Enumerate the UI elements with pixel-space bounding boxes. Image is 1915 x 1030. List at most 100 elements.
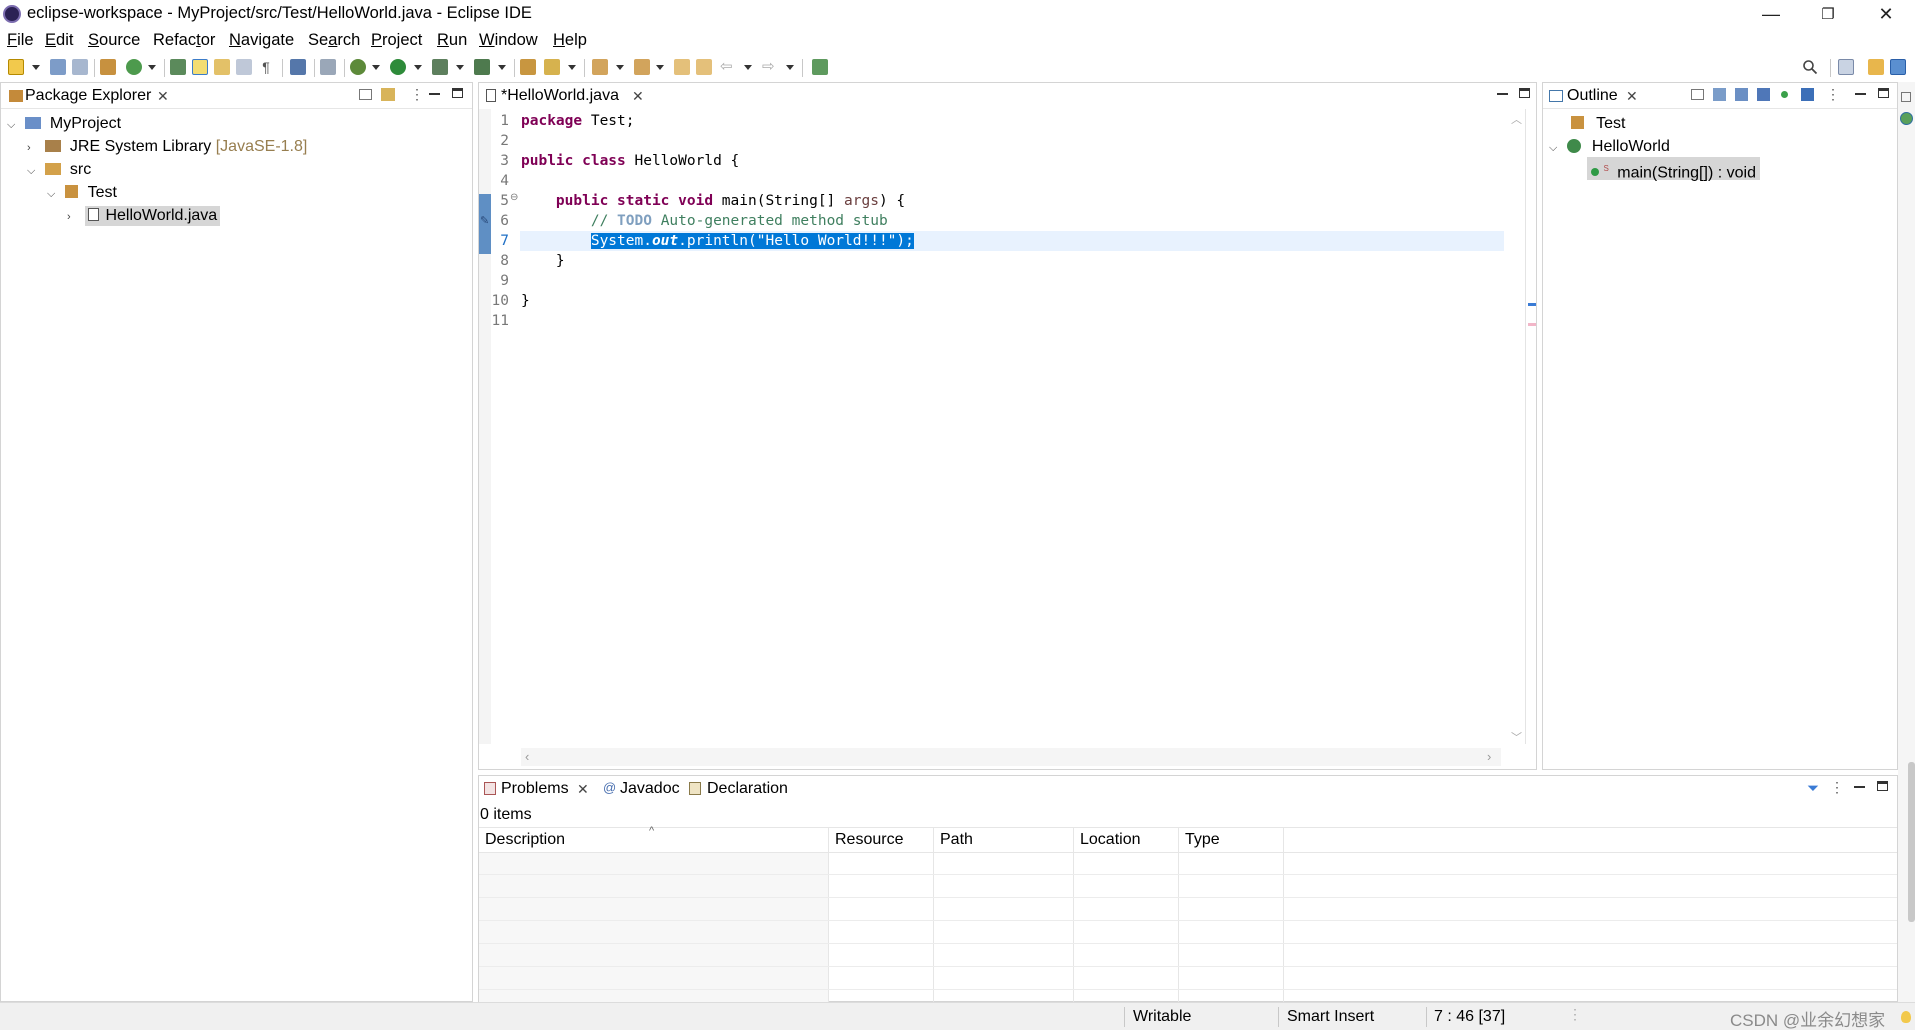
pin-editor-icon[interactable]	[812, 59, 828, 75]
view-menu-icon[interactable]: ⋮	[1826, 86, 1840, 103]
column-header-location[interactable]: Location	[1080, 831, 1141, 849]
menu-refactor[interactable]: Refactor	[153, 31, 215, 50]
debug-dropdown-icon[interactable]	[372, 65, 380, 70]
maximize-view-icon[interactable]	[1878, 88, 1889, 98]
menu-help[interactable]: Help	[553, 31, 587, 50]
overview-marker-change[interactable]	[1528, 323, 1536, 326]
show-whitespace-icon[interactable]: ¶	[258, 59, 274, 75]
tree-item-jre[interactable]: › JRE System Library [JavaSE-1.8]	[27, 135, 307, 158]
external-tools-dropdown-icon[interactable]	[498, 65, 506, 70]
collapse-all-icon[interactable]	[1691, 89, 1704, 100]
last-edit-location-icon[interactable]	[674, 59, 690, 75]
coverage-icon[interactable]	[432, 59, 448, 75]
close-tab-icon[interactable]: ✕	[157, 88, 169, 105]
save-all-icon[interactable]	[72, 59, 88, 75]
run-dropdown-icon[interactable]	[414, 65, 422, 70]
column-header-resource[interactable]: Resource	[835, 831, 903, 849]
fold-icon[interactable]: ⊖	[510, 192, 518, 203]
filter-icon[interactable]: ⏷	[1807, 780, 1819, 797]
java-ee-perspective-icon[interactable]	[1868, 59, 1884, 75]
coverage-dropdown-icon[interactable]	[456, 65, 464, 70]
scroll-right-icon[interactable]: ›	[1487, 749, 1491, 764]
menu-file[interactable]: File	[7, 31, 34, 50]
chevron-down-icon[interactable]: ⌵	[27, 160, 41, 183]
column-header-path[interactable]: Path	[940, 831, 973, 849]
menu-navigate[interactable]: Navigate	[229, 31, 294, 50]
open-type-icon[interactable]	[170, 59, 186, 75]
code-text-area[interactable]: package Test; public class HelloWorld { …	[521, 111, 1501, 331]
tree-item-project[interactable]: ⌵ MyProject	[7, 112, 121, 135]
scroll-left-icon[interactable]: ‹	[525, 749, 529, 764]
open-task-icon[interactable]	[520, 59, 536, 75]
selected-text[interactable]: System.out.println("Hello World!!!");	[590, 233, 914, 249]
close-tab-icon[interactable]: ✕	[632, 88, 644, 105]
tab-javadoc[interactable]: @ Javadoc	[603, 776, 683, 802]
new-java-package-icon[interactable]	[100, 59, 116, 75]
chevron-right-icon[interactable]: ›	[67, 206, 81, 229]
java-perspective-icon[interactable]	[1890, 59, 1906, 75]
toggle-breadcrumb-icon[interactable]	[214, 59, 230, 75]
menu-project[interactable]: Project	[371, 31, 422, 50]
save-icon[interactable]	[50, 59, 66, 75]
skip-breakpoints-icon[interactable]	[320, 59, 336, 75]
hide-non-public-icon[interactable]	[1781, 91, 1788, 98]
menu-window[interactable]: Window	[479, 31, 538, 50]
status-insert-mode[interactable]: Smart Insert	[1287, 1008, 1374, 1026]
previous-annotation-dropdown-icon[interactable]	[656, 65, 664, 70]
toggle-block-selection-icon[interactable]	[236, 59, 252, 75]
minimize-button[interactable]: —	[1743, 0, 1799, 28]
menu-search[interactable]: Search	[308, 31, 360, 50]
tree-item-file[interactable]: › HelloWorld.java	[67, 204, 221, 229]
menu-edit[interactable]: Edit	[45, 31, 73, 50]
editor-tab-active[interactable]: *HelloWorld.java ✕	[479, 83, 654, 109]
tab-problems[interactable]: Problems ✕	[479, 776, 595, 802]
previous-annotation-icon[interactable]	[634, 59, 650, 75]
new-class-dropdown-icon[interactable]	[148, 65, 156, 70]
close-tab-icon[interactable]: ✕	[577, 781, 589, 798]
hide-fields-icon[interactable]	[1735, 88, 1748, 101]
menu-source[interactable]: Source	[88, 31, 140, 50]
editor-horizontal-scrollbar[interactable]: ‹ ›	[521, 748, 1501, 766]
forward-icon[interactable]: ⇨	[762, 59, 778, 75]
search-tool-icon[interactable]	[544, 59, 560, 75]
back-dropdown-icon[interactable]	[744, 65, 752, 70]
overview-marker-occurrence[interactable]	[1528, 303, 1536, 306]
restore-button[interactable]: ❐	[1800, 0, 1856, 28]
editor-vertical-scrollbar[interactable]: ︿ ﹀	[1509, 109, 1523, 744]
last-edit-forward-icon[interactable]	[696, 59, 712, 75]
tree-item-package[interactable]: ⌵ Test	[47, 181, 117, 204]
tab-declaration[interactable]: Declaration	[689, 776, 799, 802]
next-annotation-dropdown-icon[interactable]	[616, 65, 624, 70]
close-tab-icon[interactable]: ✕	[1626, 88, 1638, 105]
outline-item-class[interactable]: ⌵ HelloWorld	[1549, 135, 1670, 158]
chevron-down-icon[interactable]: ⌵	[1549, 137, 1563, 160]
forward-dropdown-icon[interactable]	[786, 65, 794, 70]
side-scroll-handle[interactable]	[1908, 762, 1915, 922]
minimize-view-icon[interactable]	[1855, 93, 1866, 95]
maximize-view-icon[interactable]	[1877, 781, 1888, 791]
close-window-button[interactable]: ✕	[1858, 0, 1914, 28]
outline-tab[interactable]: Outline	[1567, 87, 1618, 105]
status-cursor-position[interactable]: 7 : 46 [37]	[1434, 1008, 1505, 1026]
task-list-icon[interactable]	[1900, 112, 1913, 125]
minimize-view-icon[interactable]	[1854, 786, 1865, 788]
maximize-view-icon[interactable]	[1519, 88, 1530, 98]
toggle-mark-occurrences-icon[interactable]	[192, 59, 208, 75]
minimize-view-icon[interactable]	[1497, 93, 1508, 95]
search-icon[interactable]	[1802, 59, 1818, 75]
restore-view-icon[interactable]	[1901, 92, 1911, 102]
search-dropdown-icon[interactable]	[568, 65, 576, 70]
menu-run[interactable]: Run	[437, 31, 467, 50]
scroll-up-icon[interactable]: ︿	[1511, 111, 1522, 127]
new-java-class-icon[interactable]	[126, 59, 142, 75]
maximize-view-icon[interactable]	[452, 88, 463, 98]
scroll-down-icon[interactable]: ﹀	[1511, 729, 1522, 745]
run-icon[interactable]	[390, 59, 406, 75]
quick-fix-icon[interactable]: ✎	[480, 214, 489, 227]
new-icon[interactable]	[8, 59, 24, 75]
column-header-type[interactable]: Type	[1185, 831, 1220, 849]
open-console-icon[interactable]	[290, 59, 306, 75]
next-annotation-icon[interactable]	[592, 59, 608, 75]
debug-icon[interactable]	[350, 59, 366, 75]
external-tools-icon[interactable]	[474, 59, 490, 75]
